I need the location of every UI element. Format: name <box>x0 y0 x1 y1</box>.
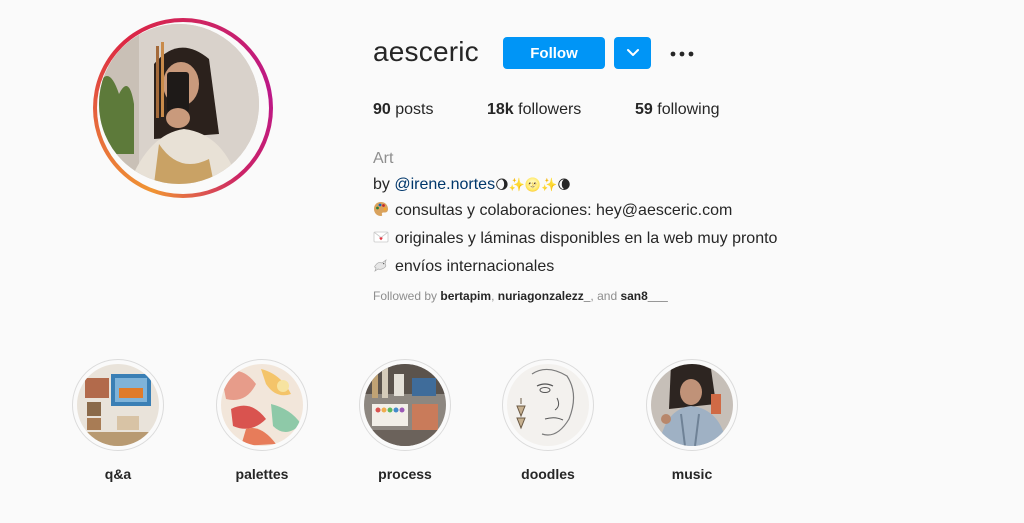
username: aesceric <box>373 36 479 67</box>
highlight-cover <box>502 359 594 451</box>
profile-page: aesceric Follow 90 posts 18k followers 5… <box>0 0 1024 523</box>
highlight-music[interactable]: music <box>642 359 742 482</box>
highlight-process[interactable]: process <box>355 359 455 482</box>
bio-mention-link[interactable]: @irene.nortes <box>394 176 495 193</box>
followed-by[interactable]: Followed by bertapim, nuriagonzalezz_, a… <box>373 289 668 303</box>
bio-line-2-text: originales y láminas disponibles en la w… <box>395 230 778 247</box>
followers-label: followers <box>518 101 582 118</box>
avatar-photo <box>99 24 259 184</box>
followed-by-user-2[interactable]: nuriagonzalezz_ <box>498 289 591 303</box>
followed-by-separator: , <box>491 289 498 303</box>
more-options-button[interactable] <box>666 42 698 64</box>
bio-by-emojis: 🌖✨🌝✨🌘 <box>495 177 571 192</box>
chevron-down-icon <box>626 45 640 62</box>
highlight-palettes[interactable]: palettes <box>212 359 312 482</box>
suggested-accounts-button[interactable] <box>614 37 651 69</box>
highlight-label: process <box>378 466 432 482</box>
bio-by-line: by @irene.nortes🌖✨🌝✨🌘 <box>373 172 777 198</box>
highlight-cover <box>72 359 164 451</box>
highlight-label: palettes <box>235 466 289 482</box>
bio-category: Art <box>373 150 394 167</box>
bio-line-3-text: envíos internacionales <box>395 258 555 275</box>
love-letter-emoji-icon <box>373 228 389 254</box>
following-stat[interactable]: 59 following <box>635 101 720 119</box>
followers-count: 18k <box>487 101 514 118</box>
posts-stat: 90 posts <box>373 101 434 119</box>
posts-label: posts <box>395 101 434 118</box>
dove-emoji-icon <box>373 256 389 282</box>
bio-line-1-text: consultas y colaboraciones: hey@aesceric… <box>395 202 733 219</box>
highlight-cover <box>646 359 738 451</box>
profile-bio: Art by @irene.nortes🌖✨🌝✨🌘 consultas y co… <box>373 146 777 282</box>
highlight-cover <box>359 359 451 451</box>
highlight-qa[interactable]: q&a <box>68 359 168 482</box>
bio-by-prefix: by <box>373 176 395 193</box>
profile-avatar[interactable] <box>93 18 273 198</box>
highlight-cover <box>216 359 308 451</box>
bio-line-1: consultas y colaboraciones: hey@aesceric… <box>373 198 777 226</box>
followed-by-user-1[interactable]: bertapim <box>440 289 491 303</box>
following-label: following <box>657 101 720 118</box>
following-count: 59 <box>635 101 653 118</box>
more-options-icon <box>670 44 694 62</box>
posts-count: 90 <box>373 101 391 118</box>
highlight-label: q&a <box>104 466 132 482</box>
highlight-label: doodles <box>521 466 575 482</box>
bio-line-2: originales y láminas disponibles en la w… <box>373 226 777 254</box>
followed-by-separator: , and <box>590 289 621 303</box>
palette-emoji-icon <box>373 200 389 226</box>
highlight-doodles[interactable]: doodles <box>498 359 598 482</box>
followers-stat[interactable]: 18k followers <box>487 101 581 119</box>
bio-line-3: envíos internacionales <box>373 254 777 282</box>
followed-by-user-3[interactable]: san8___ <box>620 289 667 303</box>
highlight-label: music <box>671 466 713 482</box>
follow-button[interactable]: Follow <box>503 37 605 69</box>
followed-by-prefix: Followed by <box>373 289 441 303</box>
